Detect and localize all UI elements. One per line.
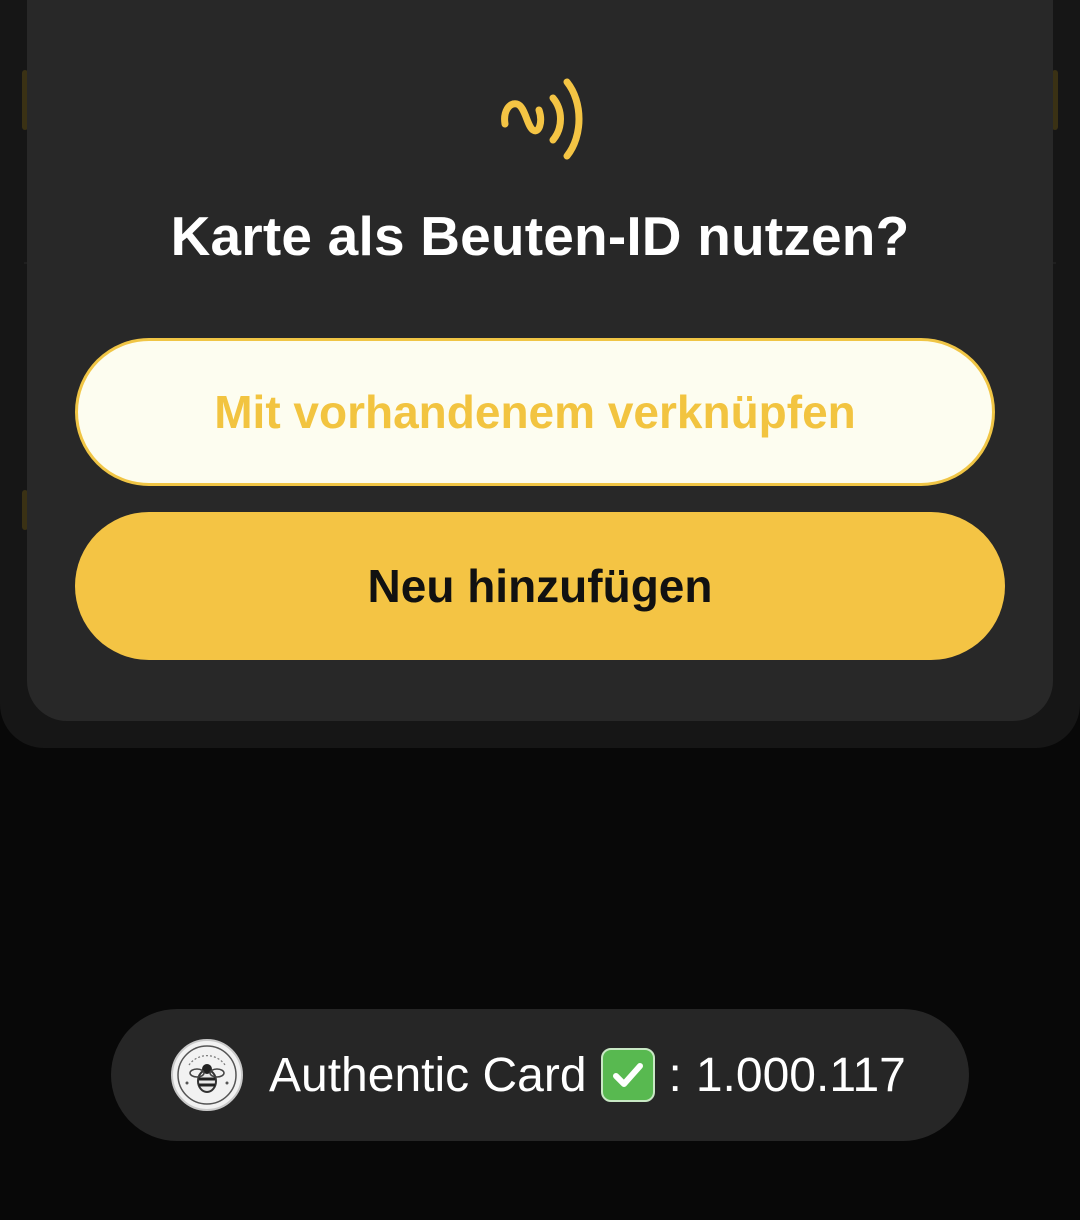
nfc-dialog: Karte als Beuten-ID nutzen? Mit vorhande… xyxy=(27,0,1053,721)
check-mark-button-icon xyxy=(600,1048,655,1102)
link-existing-button[interactable]: Mit vorhandenem verknüpfen xyxy=(75,338,995,486)
link-existing-label: Mit vorhandenem verknüpfen xyxy=(214,386,856,438)
dialog-title: Karte als Beuten-ID nutzen? xyxy=(170,205,910,267)
toast-notification: Authentic Card : 1.000.117 xyxy=(111,1009,969,1141)
add-new-label: Neu hinzufügen xyxy=(367,560,713,612)
screen: Karte als Beuten-ID nutzen? Mit vorhande… xyxy=(0,0,1080,1220)
nfc-icon xyxy=(501,78,583,160)
add-new-button[interactable]: Neu hinzufügen xyxy=(75,512,1005,660)
toast-text: Authentic Card : 1.000.117 xyxy=(269,1048,906,1103)
toast-value: 1.000.117 xyxy=(695,1048,906,1102)
bee-logo-icon xyxy=(171,1039,243,1111)
toast-label: Authentic Card xyxy=(269,1048,587,1102)
toast-separator: : xyxy=(668,1048,682,1102)
